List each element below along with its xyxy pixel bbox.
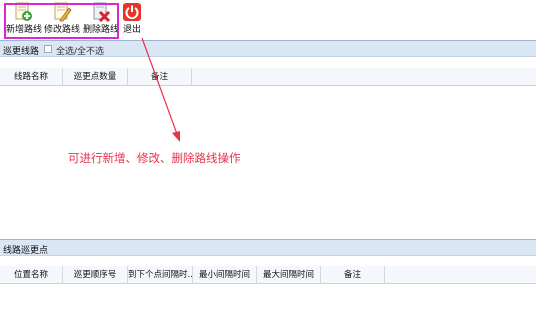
column-header[interactable]: 备注 — [321, 266, 385, 284]
annotation-text: 可进行新增、修改、删除路线操作 — [68, 151, 241, 165]
column-header[interactable]: 巡更顺序号 — [63, 266, 128, 284]
column-header[interactable]: 到下个点间隔时... — [128, 266, 193, 284]
points-panel-title-bar: 线路巡更点 — [0, 239, 536, 256]
points-grid-header: 位置名称 巡更顺序号 到下个点间隔时... 最小间隔时间 最大间隔时间 备注 — [0, 266, 536, 284]
points-panel-title: 线路巡更点 — [3, 246, 49, 256]
column-header[interactable]: 最小间隔时间 — [193, 266, 257, 284]
column-header[interactable]: 最大间隔时间 — [257, 266, 321, 284]
column-header[interactable]: 位置名称 — [0, 266, 63, 284]
points-grid-body[interactable] — [0, 284, 536, 329]
